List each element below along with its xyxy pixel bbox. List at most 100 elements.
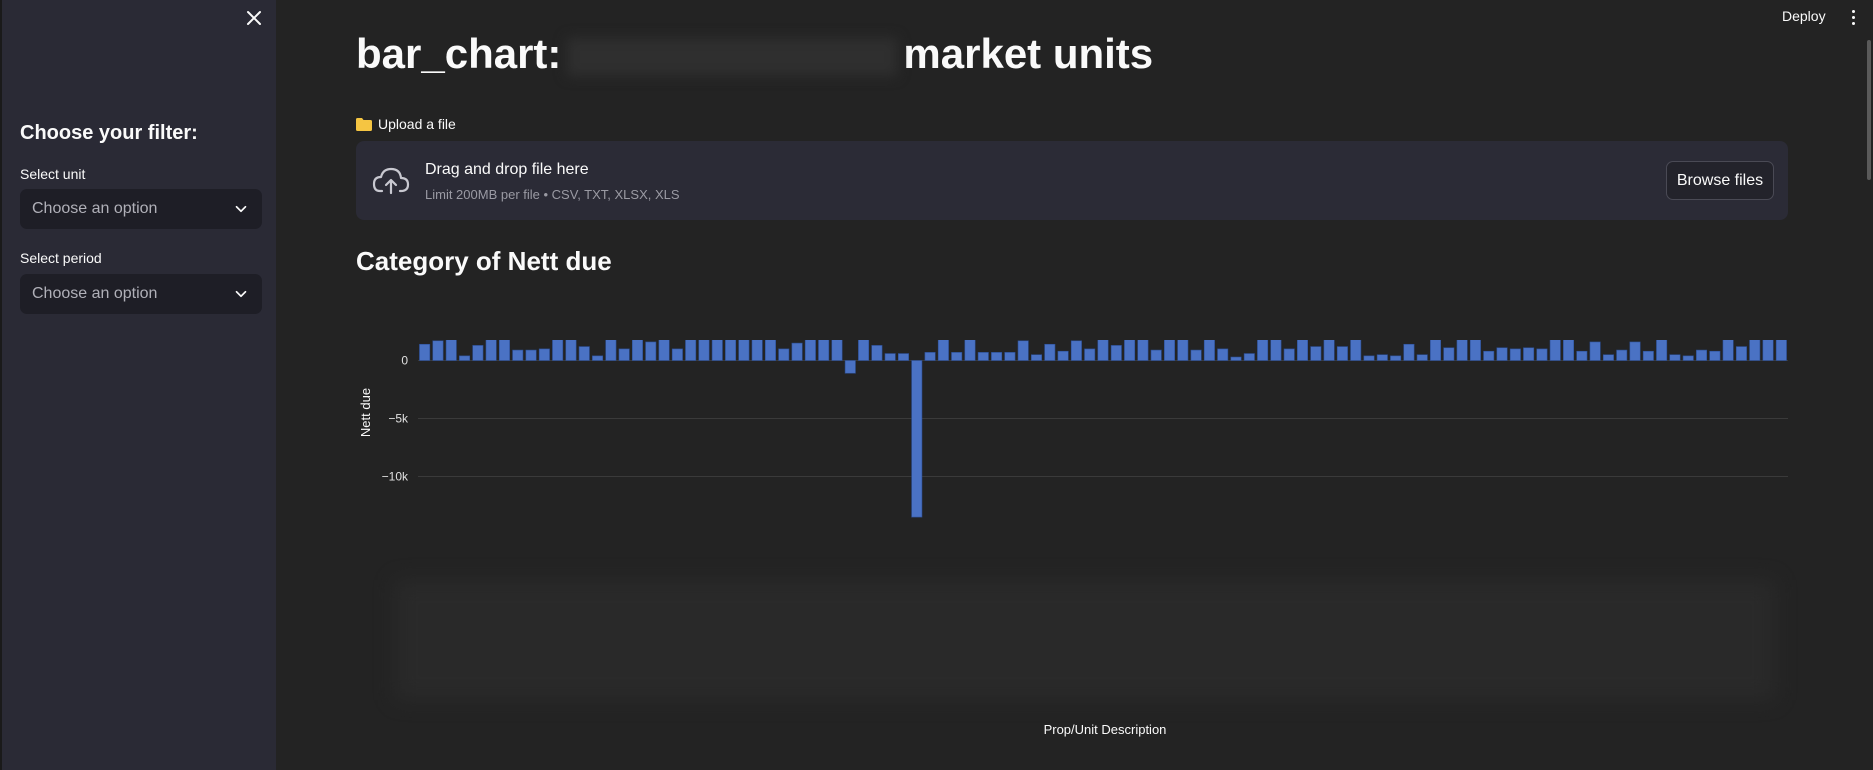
bar xyxy=(1097,334,1109,361)
bar xyxy=(1164,314,1175,361)
select-period-dropdown[interactable]: Choose an option xyxy=(20,274,262,314)
bar xyxy=(1602,354,1614,361)
deploy-button[interactable]: Deploy xyxy=(1782,8,1826,24)
redacted-title-text xyxy=(567,37,898,76)
bar xyxy=(578,346,590,361)
browse-files-button[interactable]: Browse files xyxy=(1666,161,1774,200)
bar xyxy=(1682,355,1694,361)
bar xyxy=(1509,348,1521,361)
bar xyxy=(592,355,604,361)
chart-heading: Category of Nett due xyxy=(356,246,612,276)
bar xyxy=(459,355,471,361)
bar xyxy=(818,320,830,361)
bar xyxy=(419,343,431,361)
main-menu-icon[interactable] xyxy=(1846,6,1860,28)
bar xyxy=(1323,319,1335,361)
bar xyxy=(711,319,723,361)
bar xyxy=(1217,348,1229,361)
bar xyxy=(605,314,617,361)
chevron-down-icon xyxy=(235,205,247,213)
bar xyxy=(1416,354,1428,361)
bar xyxy=(685,337,697,361)
bar xyxy=(1390,355,1402,361)
cloud-upload-icon xyxy=(372,167,410,195)
bar xyxy=(698,339,710,361)
bar xyxy=(991,352,1003,361)
bar xyxy=(1310,346,1322,361)
bar xyxy=(951,352,963,361)
bar xyxy=(1004,352,1016,361)
bar xyxy=(1376,354,1388,361)
bar xyxy=(725,333,737,361)
select-unit-label: Select unit xyxy=(20,166,86,182)
sidebar: Choose your filter: Select unit Choose a… xyxy=(0,0,276,770)
bar xyxy=(1150,349,1162,361)
bar xyxy=(1696,349,1708,361)
bar xyxy=(1190,349,1202,361)
bar xyxy=(1363,355,1375,361)
bar xyxy=(631,320,643,361)
bar xyxy=(1563,330,1575,361)
bar xyxy=(1084,348,1096,361)
bar xyxy=(485,320,497,361)
bar xyxy=(1124,316,1136,361)
select-unit-dropdown[interactable]: Choose an option xyxy=(20,189,262,229)
bar-chart-svg: 5k0−5k−10kNett dueProp/Unit Description xyxy=(358,296,1788,737)
file-dropzone[interactable]: Drag and drop file here Limit 200MB per … xyxy=(356,141,1788,220)
bar xyxy=(1642,350,1654,361)
select-period-placeholder: Choose an option xyxy=(32,285,158,302)
bar xyxy=(1669,354,1681,361)
bar xyxy=(1496,347,1508,361)
bar xyxy=(1350,324,1362,361)
dropzone-limit-text: Limit 200MB per file • CSV, TXT, XLSX, X… xyxy=(425,187,680,202)
bar xyxy=(1403,343,1415,361)
bar xyxy=(445,323,457,361)
bar xyxy=(1257,330,1269,361)
bar xyxy=(1057,350,1069,361)
page-title-suffix: market units xyxy=(903,30,1154,77)
bar xyxy=(1549,320,1561,361)
bar xyxy=(884,353,896,361)
bar xyxy=(764,316,776,361)
bar xyxy=(897,353,909,361)
bar xyxy=(804,332,816,361)
upload-label: Upload a file xyxy=(356,116,456,132)
bar xyxy=(1775,339,1787,361)
bar xyxy=(1203,331,1215,361)
bar xyxy=(1735,346,1747,361)
bar xyxy=(738,306,750,361)
chevron-down-icon xyxy=(235,290,247,298)
y-tick-label: −5k xyxy=(388,412,409,426)
bar xyxy=(1576,350,1588,361)
bar xyxy=(1536,348,1548,361)
bar-chart: 5k0−5k−10kNett dueProp/Unit Description xyxy=(356,296,1796,760)
bar xyxy=(671,348,683,361)
scrollbar[interactable] xyxy=(1867,40,1871,180)
bar xyxy=(1709,350,1721,361)
bar xyxy=(498,323,510,361)
bar xyxy=(1469,337,1481,361)
bar xyxy=(1656,337,1668,361)
bar xyxy=(1589,341,1601,361)
bar xyxy=(1070,340,1082,361)
y-tick-label: 0 xyxy=(401,354,408,368)
bar xyxy=(1430,337,1442,361)
y-tick-label: −10k xyxy=(382,470,409,484)
x-axis-label: Prop/Unit Description xyxy=(1044,722,1167,737)
bar xyxy=(858,326,870,361)
dropzone-instructions: Drag and drop file here xyxy=(425,161,589,178)
bar xyxy=(1044,343,1056,361)
bar xyxy=(1749,334,1761,361)
bar xyxy=(538,348,550,361)
bar xyxy=(1243,353,1255,361)
close-sidebar-icon[interactable] xyxy=(242,6,266,30)
bar xyxy=(432,340,444,361)
bar xyxy=(1762,333,1774,361)
bar xyxy=(911,360,923,518)
bar xyxy=(1017,340,1029,361)
bar xyxy=(472,345,484,361)
bar xyxy=(1616,349,1628,361)
bar xyxy=(1336,346,1348,361)
bar xyxy=(791,342,803,361)
bar xyxy=(512,349,524,361)
